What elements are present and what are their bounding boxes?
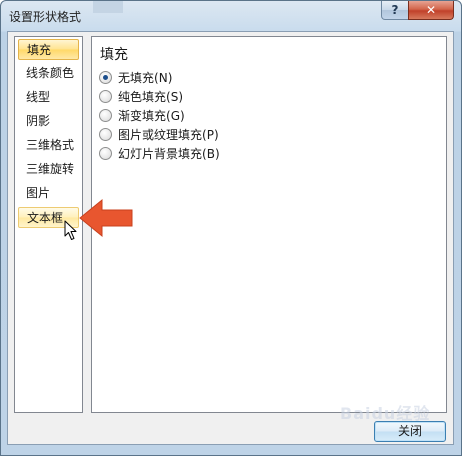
fill-option-label: 幻灯片背景填充: [118, 147, 203, 161]
fill-option-label: 无填充: [118, 71, 155, 85]
dialog-title: 设置形状格式: [9, 10, 82, 24]
radio-button[interactable]: [99, 147, 112, 160]
radio-button[interactable]: [99, 128, 112, 141]
title-bar-ghost: [93, 1, 123, 13]
title-bar[interactable]: 设置形状格式 ? ✕: [1, 1, 461, 31]
nav-item[interactable]: 阴影: [18, 111, 79, 132]
fill-option-row[interactable]: 图片或纹理填充(P): [99, 126, 219, 144]
nav-item[interactable]: 三维格式: [18, 135, 79, 156]
nav-item[interactable]: 线条颜色: [18, 63, 79, 84]
fill-option-hotkey: N: [158, 71, 168, 85]
radio-button[interactable]: [99, 109, 112, 122]
close-window-button[interactable]: ✕: [408, 1, 454, 20]
fill-option-label: 纯色填充: [118, 90, 167, 104]
fill-option-row[interactable]: 无填充(N): [99, 69, 172, 87]
fill-option-hotkey: S: [170, 90, 179, 104]
nav-item[interactable]: 三维旋转: [18, 159, 79, 180]
section-title: 填充: [100, 47, 128, 63]
fill-option-row[interactable]: 幻灯片背景填充(B): [99, 145, 220, 163]
nav-item[interactable]: 线型: [18, 87, 79, 108]
nav-item[interactable]: 填充: [18, 39, 79, 60]
fill-settings-panel: 填充 无填充(N) 纯色填充(S) 渐变填充(G) 图片或纹理填充(P) 幻灯片背景填充…: [91, 36, 447, 413]
close-button[interactable]: 关闭: [374, 421, 446, 442]
help-button[interactable]: ?: [381, 1, 409, 20]
fill-option-row[interactable]: 纯色填充(S): [99, 88, 183, 106]
fill-option-row[interactable]: 渐变填充(G): [99, 107, 185, 125]
mouse-pointer-icon: [64, 220, 77, 240]
radio-button[interactable]: [99, 90, 112, 103]
nav-item[interactable]: 图片: [18, 183, 79, 204]
fill-option-hotkey: B: [206, 147, 215, 161]
left-arrow-icon: [79, 198, 133, 238]
watermark: Baidu经验: [340, 404, 431, 423]
fill-option-hotkey: P: [206, 128, 214, 142]
fill-option-label: 渐变填充: [118, 109, 167, 123]
radio-button[interactable]: [99, 71, 112, 84]
fill-option-hotkey: G: [170, 109, 181, 123]
fill-option-label: 图片或纹理填充: [118, 128, 203, 142]
